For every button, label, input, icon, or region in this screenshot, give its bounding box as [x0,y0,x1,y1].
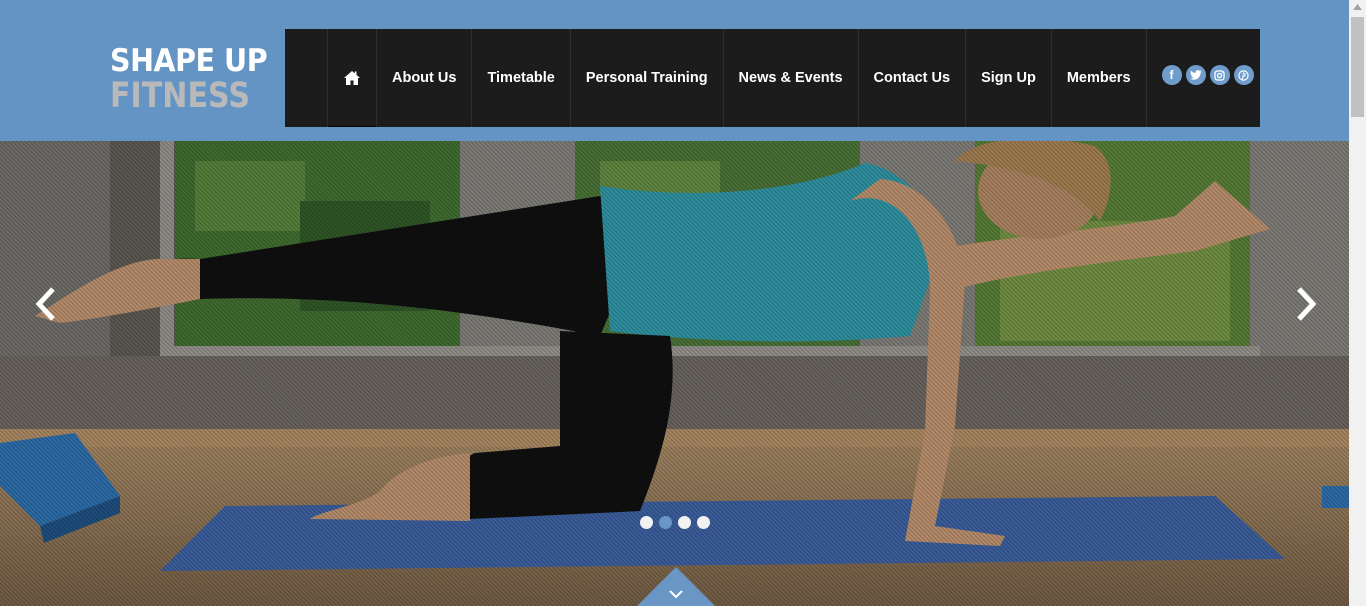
slider-dot[interactable] [697,516,710,529]
facebook-link[interactable]: f [1161,65,1182,85]
social-links: f [1147,23,1254,127]
nav-spacer [285,29,328,127]
logo-line-2: FITNESS [110,76,251,116]
twitter-link[interactable] [1185,65,1206,85]
nav-personal-training[interactable]: Personal Training [571,29,724,127]
logo-line-1: SHAPE UP [110,43,268,79]
nav-news-events[interactable]: News & Events [724,29,859,127]
scroll-up-arrow-icon [1353,4,1362,10]
pinterest-icon [1238,69,1249,81]
nav-timetable[interactable]: Timetable [472,29,571,127]
chevron-down-icon [637,567,715,606]
nav-home[interactable] [328,29,377,127]
hero-image [0,141,1349,606]
facebook-icon: f [1169,68,1174,82]
scroll-down-button[interactable] [637,567,715,606]
instagram-link[interactable] [1209,65,1230,85]
hero-slider [0,141,1349,606]
slider-next-button[interactable] [1290,286,1322,322]
nav-members[interactable]: Members [1052,29,1147,127]
nav-contact-us[interactable]: Contact Us [859,29,967,127]
pinterest-link[interactable] [1233,65,1254,85]
page-scrollbar[interactable] [1349,0,1366,606]
twitter-icon [1189,70,1202,80]
instagram-icon [1214,69,1225,81]
slider-dot[interactable] [678,516,691,529]
slider-dot-active[interactable] [659,516,672,529]
nav-sign-up[interactable]: Sign Up [966,29,1052,127]
slider-pagination [640,516,710,529]
nav-about-us[interactable]: About Us [377,29,473,127]
site-header: SHAPE UP FITNESS About Us Timetable Pers… [0,0,1349,141]
main-nav: About Us Timetable Personal Training New… [285,29,1260,127]
home-icon [344,70,360,85]
site-logo[interactable]: SHAPE UP FITNESS [110,43,268,116]
chevron-left-icon [35,287,55,321]
slider-prev-button[interactable] [30,286,62,322]
chevron-right-icon [1297,287,1317,321]
scrollbar-thumb[interactable] [1351,17,1364,117]
slider-dot[interactable] [640,516,653,529]
